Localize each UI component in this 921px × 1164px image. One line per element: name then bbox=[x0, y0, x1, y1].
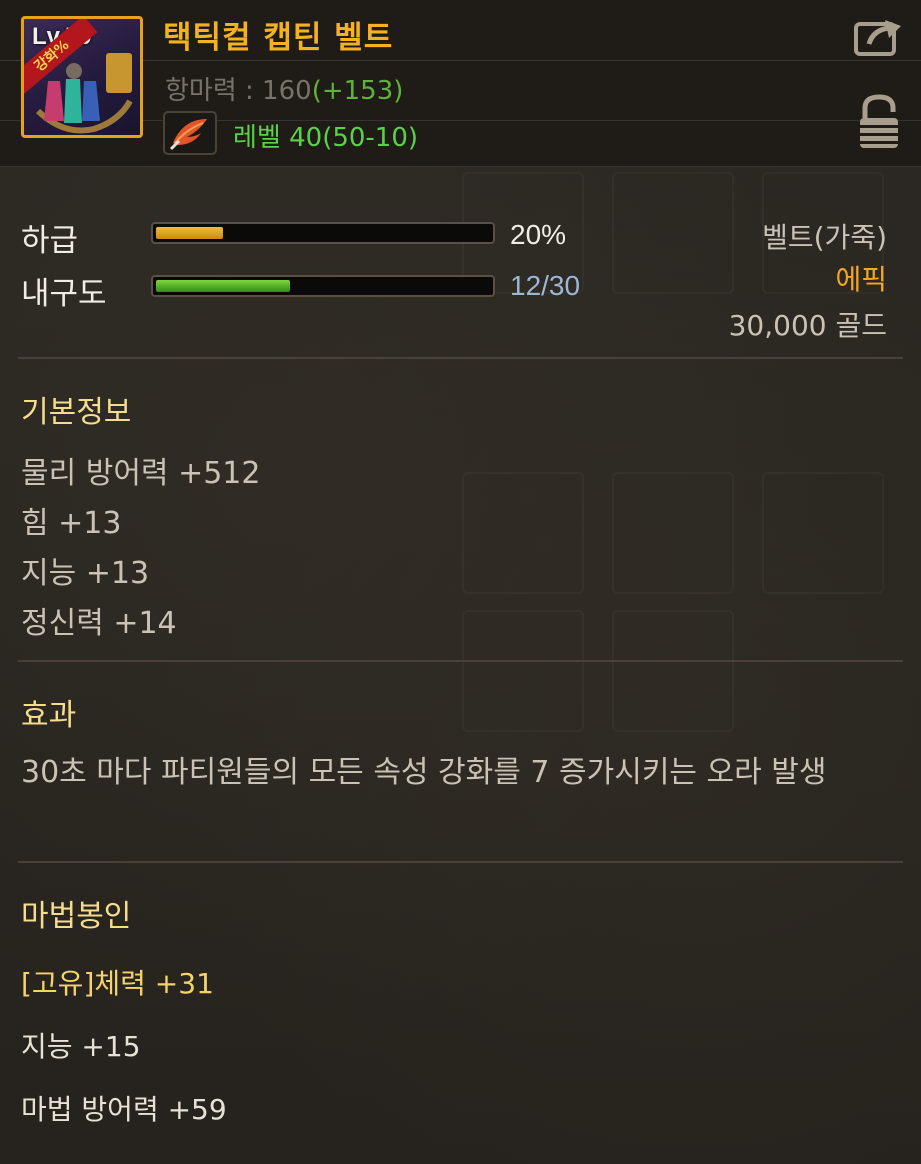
magic-seal-title: 마법봉인 bbox=[21, 899, 132, 934]
feather-icon bbox=[163, 111, 217, 155]
item-price: 30,000 골드 bbox=[728, 309, 887, 342]
item-type: 벨트(가죽) bbox=[762, 221, 887, 254]
background-slot bbox=[462, 610, 584, 732]
background-slot bbox=[462, 472, 584, 594]
basic-stat: 힘 +13 bbox=[21, 506, 122, 541]
grade-value: 20% bbox=[510, 219, 567, 250]
durability-bar bbox=[151, 275, 495, 297]
basic-stat: 정신력 +14 bbox=[21, 606, 177, 641]
section-divider bbox=[18, 861, 903, 863]
share-icon[interactable] bbox=[853, 16, 905, 58]
grade-label: 하급 bbox=[21, 223, 79, 259]
durability-value: 12/30 bbox=[510, 270, 581, 301]
grade-bar-fill bbox=[156, 227, 223, 239]
background-slot bbox=[612, 610, 734, 732]
grade-bar bbox=[151, 222, 495, 244]
resist-bonus: (+153) bbox=[311, 76, 404, 106]
level-requirement: 레벨 40(50-10) bbox=[233, 123, 419, 153]
basic-info-title: 기본정보 bbox=[21, 395, 132, 430]
magic-seal-stat: 마법 방어력 +59 bbox=[21, 1093, 227, 1126]
basic-stat: 지능 +13 bbox=[21, 556, 150, 591]
effect-title: 효과 bbox=[21, 698, 77, 733]
lock-icon[interactable] bbox=[857, 94, 901, 150]
background-slot bbox=[612, 472, 734, 594]
durability-bar-fill bbox=[156, 280, 290, 292]
background-slot bbox=[612, 172, 734, 294]
belt-item-icon[interactable]: Lv.50 강화% bbox=[21, 16, 143, 138]
item-rarity: 에픽 bbox=[835, 263, 887, 296]
resist-stat: 항마력 : 160(+153) bbox=[165, 70, 403, 107]
background-slot bbox=[762, 472, 884, 594]
tooltip-header: Lv.50 강화% 택틱컬 캡틴 벨트 항마력 : 160(+153) 레벨 4… bbox=[0, 0, 921, 167]
basic-stat: 물리 방어력 +512 bbox=[21, 456, 261, 491]
effect-text: 30초 마다 파티원들의 모든 속성 강화를 7 증가시키는 오라 발생 bbox=[21, 755, 827, 790]
resist-label: 항마력 : 160 bbox=[165, 76, 312, 106]
magic-seal-stat: 지능 +15 bbox=[21, 1030, 141, 1063]
durability-label: 내구도 bbox=[21, 276, 107, 312]
section-divider bbox=[18, 357, 903, 359]
section-divider bbox=[18, 660, 903, 662]
item-name: 택틱컬 캡틴 벨트 bbox=[163, 20, 394, 56]
magic-seal-unique-stat: [고유]체력 +31 bbox=[21, 967, 214, 1000]
